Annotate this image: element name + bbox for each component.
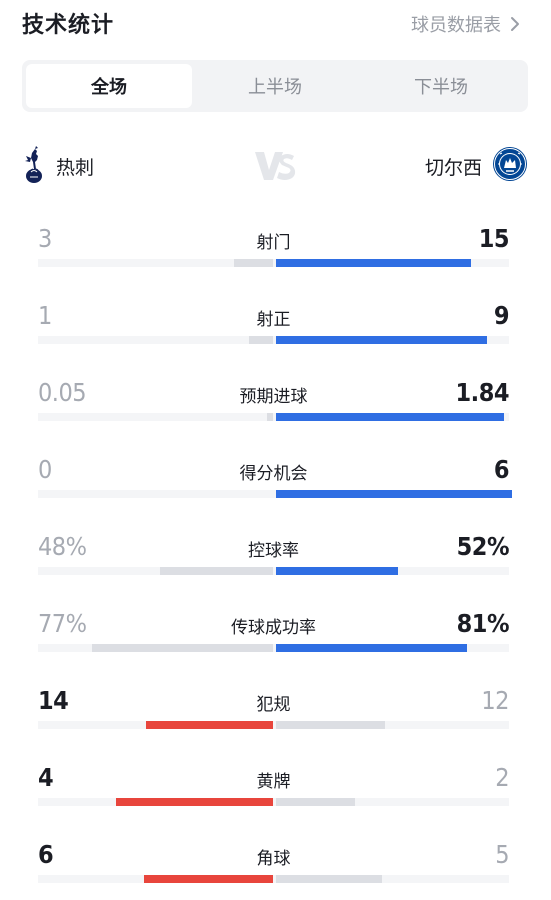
away-stat-bar bbox=[276, 259, 471, 267]
stat-label: 射门 bbox=[256, 233, 291, 253]
away-stat-value: 1.84 bbox=[455, 378, 510, 407]
away-stat-value: 15 bbox=[478, 224, 510, 253]
stat-bar-track bbox=[38, 875, 509, 883]
home-stat-bar bbox=[144, 875, 273, 883]
away-stat-bar bbox=[276, 644, 467, 652]
away-stat-value: 5 bbox=[495, 840, 509, 869]
away-stat-bar bbox=[276, 721, 385, 729]
home-stat-bar bbox=[160, 567, 273, 575]
stat-label: 控球率 bbox=[248, 541, 299, 561]
away-stat-value: 81% bbox=[456, 609, 510, 638]
home-stat-bar bbox=[92, 644, 273, 652]
stat-row: 0 得分机会 6 bbox=[38, 453, 512, 530]
match-stats-page: 技术统计 球员数据表 全场 上半场 下半场 热刺 切尔西 3 射门 15 1 射… bbox=[0, 0, 551, 900]
away-stat-value: 9 bbox=[493, 301, 510, 330]
away-stat-value: 52% bbox=[456, 532, 510, 561]
stat-row: 14 犯规 12 bbox=[38, 684, 509, 761]
home-team[interactable]: 热刺 bbox=[22, 140, 94, 192]
stat-row: 6 角球 5 bbox=[38, 838, 509, 900]
away-stat-bar bbox=[276, 490, 512, 498]
stat-label: 犯规 bbox=[256, 695, 291, 715]
stat-label: 黄牌 bbox=[256, 772, 291, 792]
home-stat-bar bbox=[146, 721, 273, 729]
stat-row: 3 射门 15 bbox=[38, 222, 510, 299]
stat-label: 传球成功率 bbox=[231, 618, 316, 638]
player-sheet-link-label: 球员数据表 bbox=[411, 15, 501, 36]
away-stat-bar bbox=[276, 875, 382, 883]
away-stat-value: 12 bbox=[481, 686, 509, 715]
away-stat-bar bbox=[276, 798, 355, 806]
away-stat-bar bbox=[276, 336, 487, 344]
tab-first-half[interactable]: 上半场 bbox=[192, 64, 358, 108]
stat-bar-track bbox=[38, 798, 509, 806]
away-team-name: 切尔西 bbox=[424, 156, 482, 179]
chelsea-crest-icon bbox=[492, 146, 528, 186]
stat-row: 4 黄牌 2 bbox=[38, 761, 509, 838]
chevron-right-icon bbox=[507, 16, 523, 32]
stat-bar-track bbox=[38, 567, 509, 575]
period-tabs: 全场 上半场 下半场 bbox=[22, 60, 528, 112]
stats-list: 3 射门 15 1 射正 9 0.05 预期进球 1.84 0 得分机会 6 48% 控球率 52% 77% 传… bbox=[38, 222, 512, 900]
stat-bar-track bbox=[38, 721, 509, 729]
stat-row: 77% 传球成功率 81% bbox=[38, 607, 510, 684]
stat-label: 预期进球 bbox=[239, 387, 308, 407]
away-stat-bar bbox=[276, 567, 398, 575]
stat-label: 射正 bbox=[256, 310, 291, 330]
header: 技术统计 球员数据表 bbox=[0, 0, 551, 48]
stat-label: 得分机会 bbox=[239, 464, 308, 484]
tab-full-match[interactable]: 全场 bbox=[26, 64, 192, 108]
away-stat-value: 2 bbox=[495, 763, 509, 792]
vs-icon bbox=[252, 148, 298, 184]
teams-header: 热刺 切尔西 bbox=[22, 140, 528, 192]
home-stat-bar bbox=[116, 798, 273, 806]
away-stat-bar bbox=[276, 413, 504, 421]
home-stat-bar bbox=[249, 336, 273, 344]
home-stat-bar bbox=[267, 413, 273, 421]
tottenham-crest-icon bbox=[22, 142, 46, 190]
stat-row: 48% 控球率 52% bbox=[38, 530, 510, 607]
player-sheet-link[interactable]: 球员数据表 bbox=[411, 11, 523, 37]
away-team[interactable]: 切尔西 bbox=[425, 140, 528, 192]
stat-row: 0.05 预期进球 1.84 bbox=[38, 376, 509, 453]
away-stat-value: 6 bbox=[493, 455, 510, 484]
home-team-name: 热刺 bbox=[56, 156, 95, 179]
tab-second-half[interactable]: 下半场 bbox=[358, 64, 524, 108]
stat-row: 1 射正 9 bbox=[38, 299, 510, 376]
stat-label: 角球 bbox=[256, 849, 291, 869]
home-stat-bar bbox=[234, 259, 273, 267]
page-title: 技术统计 bbox=[22, 13, 115, 38]
